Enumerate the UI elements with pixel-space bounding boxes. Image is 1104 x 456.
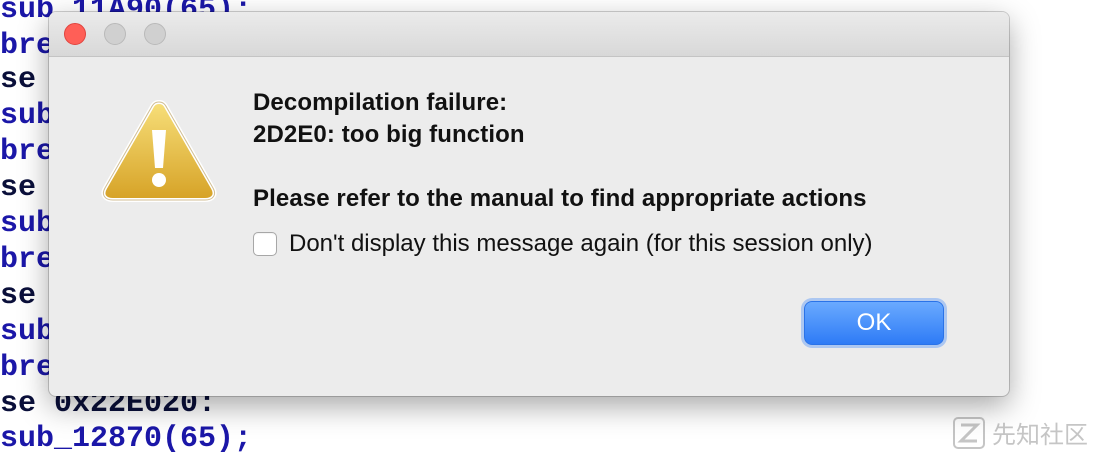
watermark-logo-icon xyxy=(953,416,985,449)
alert-dialog: Decompilation failure: 2D2E0: too big fu… xyxy=(49,12,1009,396)
code-line: sub_12870(65); xyxy=(0,422,253,456)
dialog-title: Decompilation failure: xyxy=(253,89,508,116)
watermark-text: 先知社区 xyxy=(992,421,1088,449)
dialog-error-detail: 2D2E0: too big function xyxy=(253,121,525,148)
warning-icon xyxy=(101,99,217,202)
close-window-button[interactable] xyxy=(64,23,86,45)
dont-display-again-label[interactable]: Don't display this message again (for th… xyxy=(289,230,873,258)
watermark: 先知社区 xyxy=(952,415,1088,450)
dialog-titlebar[interactable] xyxy=(49,12,1009,57)
dialog-hint: Please refer to the manual to find appro… xyxy=(253,185,867,212)
zoom-window-button[interactable] xyxy=(144,23,166,45)
dont-display-again-checkbox[interactable] xyxy=(253,232,277,256)
ok-button[interactable]: OK xyxy=(804,301,944,345)
dont-display-again-row[interactable]: Don't display this message again (for th… xyxy=(253,230,873,258)
minimize-window-button[interactable] xyxy=(104,23,126,45)
